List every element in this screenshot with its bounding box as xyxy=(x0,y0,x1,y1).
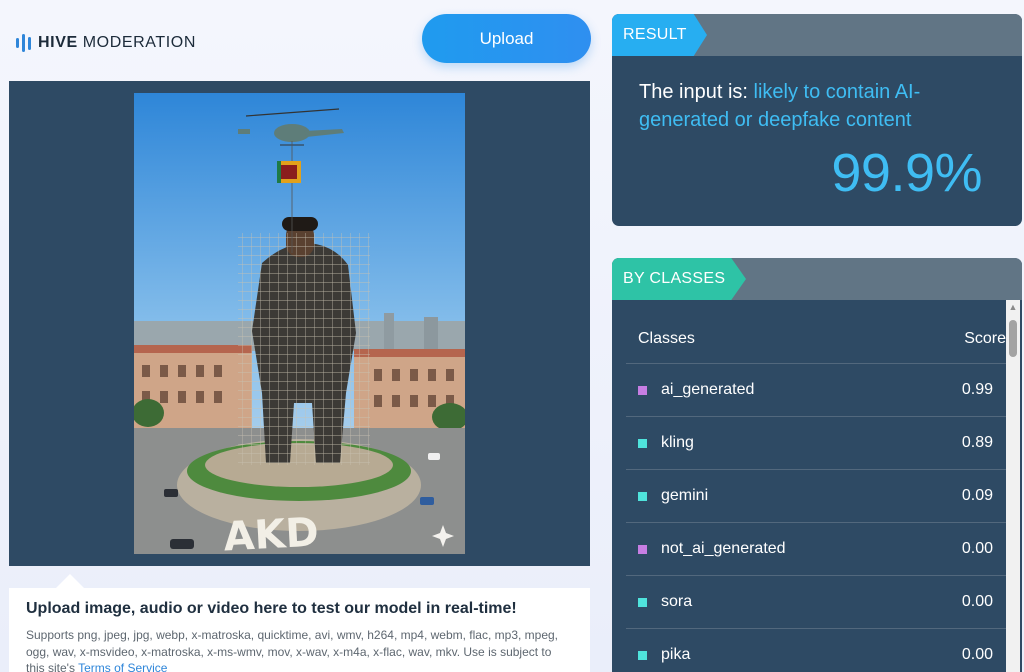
table-row: ai_generated 0.99 xyxy=(626,364,1006,417)
result-tag: RESULT xyxy=(612,14,707,56)
class-score: 0.00 xyxy=(961,646,993,663)
brand-name: HIVE MODERATION xyxy=(38,34,196,52)
flag-icon xyxy=(277,161,301,183)
hive-logo-icon xyxy=(16,33,31,53)
result-statement: The input is: likely to contain AI-gener… xyxy=(639,78,999,134)
class-score: 0.09 xyxy=(961,487,993,504)
table-row: gemini 0.09 xyxy=(626,470,1006,523)
road-text: AKD xyxy=(222,510,319,554)
column-header-classes: Classes xyxy=(638,330,695,347)
class-color-swatch xyxy=(638,651,647,660)
brand-light: MODERATION xyxy=(82,34,197,51)
classes-card-header: BY CLASSES xyxy=(612,258,1022,300)
scroll-up-arrow-icon[interactable]: ▲ xyxy=(1006,302,1020,312)
table-row: kling 0.89 xyxy=(626,417,1006,470)
class-name: sora xyxy=(661,593,693,610)
hive-logo[interactable]: HIVE MODERATION xyxy=(16,33,196,53)
page: HIVE MODERATION Upload AKD Upload image,… xyxy=(0,0,1024,672)
result-card: RESULT The input is: likely to contain A… xyxy=(612,14,1022,226)
class-name: pika xyxy=(661,646,691,663)
class-name: gemini xyxy=(661,487,709,504)
classes-table-body: ai_generated 0.99 kling 0.89 gemini 0.09… xyxy=(626,364,1006,672)
upload-info: Upload image, audio or video here to tes… xyxy=(9,588,590,672)
upload-button[interactable]: Upload xyxy=(422,14,591,63)
class-score: 0.00 xyxy=(961,540,993,557)
result-percentage: 99.9% xyxy=(831,143,982,203)
class-color-swatch xyxy=(638,598,647,607)
class-score: 0.99 xyxy=(961,381,993,398)
table-row: sora 0.00 xyxy=(626,576,1006,629)
table-row: pika 0.00 xyxy=(626,629,1006,672)
info-pointer xyxy=(56,574,84,588)
class-color-swatch xyxy=(638,386,647,395)
result-prefix: The input is: xyxy=(639,81,748,103)
classes-scrollbar[interactable]: ▲ xyxy=(1006,300,1020,672)
upload-info-title: Upload image, audio or video here to tes… xyxy=(26,600,517,617)
class-color-swatch xyxy=(638,492,647,501)
class-name: kling xyxy=(661,434,694,451)
upload-info-desc: Supports png, jpeg, jpg, webp, x-matrosk… xyxy=(26,627,573,672)
image-preview-panel: AKD xyxy=(9,81,590,566)
class-score: 0.00 xyxy=(961,593,993,610)
class-color-swatch xyxy=(638,545,647,554)
class-score: 0.89 xyxy=(961,434,993,451)
classes-tag: BY CLASSES xyxy=(612,258,746,300)
classes-table-header: Classes Score xyxy=(626,318,1006,364)
class-name: not_ai_generated xyxy=(661,540,786,557)
scroll-thumb[interactable] xyxy=(1009,320,1017,357)
terms-of-service-link[interactable]: Terms of Service xyxy=(78,661,167,672)
class-color-swatch xyxy=(638,439,647,448)
table-row: not_ai_generated 0.00 xyxy=(626,523,1006,576)
brand-bold: HIVE xyxy=(38,34,78,51)
result-card-header: RESULT xyxy=(612,14,1022,56)
uploaded-image: AKD xyxy=(134,93,465,554)
class-name: ai_generated xyxy=(661,381,755,398)
classes-card: BY CLASSES Classes Score ai_generated 0.… xyxy=(612,258,1022,672)
column-header-score: Score xyxy=(964,330,1006,347)
